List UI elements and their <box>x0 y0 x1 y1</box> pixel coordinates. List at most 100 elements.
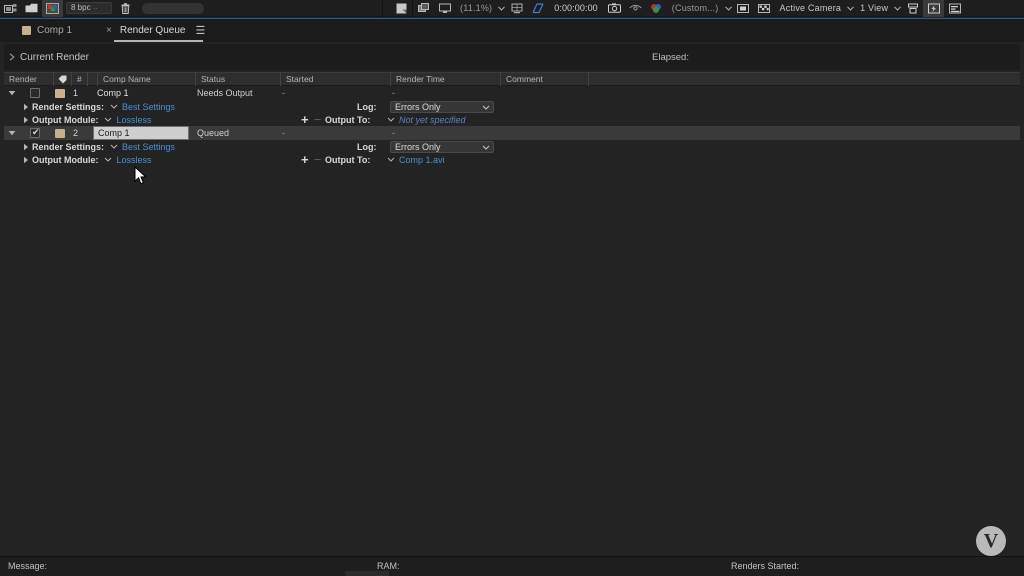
row-index: 2 <box>73 128 79 138</box>
search-input[interactable] <box>142 2 204 14</box>
after-effects-window: 8 bpc .. (11.1%) 0:00:00:00 (Custom...) … <box>0 0 1024 576</box>
render-settings-label: Render Settings: <box>32 101 105 112</box>
region-of-interest-icon[interactable] <box>527 0 548 17</box>
output-to-label: Output To: <box>325 114 371 125</box>
output-to-value[interactable]: Comp 1.avi <box>399 155 445 165</box>
watermark-letter: V <box>983 529 999 552</box>
twirl-closed-icon[interactable] <box>19 156 32 164</box>
transparency-grid-icon[interactable] <box>754 0 775 17</box>
bit-depth-value: 8 bpc <box>71 3 91 12</box>
render-checkbox[interactable] <box>30 127 40 138</box>
current-render-section[interactable]: Current Render Elapsed: <box>4 44 1020 70</box>
zoom-level[interactable]: (11.1%) <box>455 3 497 13</box>
row-render-time: - <box>392 88 395 98</box>
pixel-aspect-correction-icon[interactable] <box>902 0 923 17</box>
twirl-open-icon[interactable] <box>4 90 19 96</box>
folder-icon[interactable] <box>21 0 42 17</box>
close-icon[interactable]: × <box>106 25 112 36</box>
chevron-down-icon[interactable] <box>110 104 118 109</box>
render-checkbox[interactable] <box>30 88 40 98</box>
fast-previews-icon[interactable] <box>923 0 945 17</box>
log-dropdown[interactable]: Errors Only <box>390 100 494 113</box>
camera-icon[interactable] <box>604 0 625 17</box>
camera-view-value[interactable]: Active Camera <box>775 3 847 13</box>
column-header-render[interactable]: Render <box>4 72 54 86</box>
plus-icon[interactable]: + <box>301 153 309 166</box>
trash-icon[interactable] <box>115 0 136 17</box>
minus-icon[interactable]: − <box>314 153 322 166</box>
column-header-status[interactable]: Status <box>196 72 281 86</box>
grid-and-guides-icon[interactable] <box>506 0 527 17</box>
minus-icon[interactable]: − <box>314 113 322 126</box>
status-bar: Message: RAM: Renders Started: <box>0 556 1024 576</box>
chevron-down-icon[interactable] <box>110 144 118 149</box>
chevron-down-icon[interactable] <box>724 0 733 17</box>
chevron-down-icon[interactable] <box>104 117 112 122</box>
chevron-down-icon[interactable] <box>893 0 902 17</box>
chevron-down-icon <box>482 142 490 152</box>
log-dropdown[interactable]: Errors Only <box>390 140 494 153</box>
chevron-down-icon[interactable] <box>846 0 855 17</box>
row-render-time: - <box>392 128 395 138</box>
table-row[interactable]: 2 Comp 1 Queued - - <box>4 126 1020 140</box>
output-module-row[interactable]: Output Module: Lossless + − Output To: C… <box>4 153 1020 166</box>
project-thumbnail-icon[interactable] <box>42 0 63 17</box>
tab-render-queue[interactable]: × Render Queue ☰ <box>96 19 215 43</box>
timeline-icon[interactable] <box>944 0 965 17</box>
column-header-started[interactable]: Started <box>281 72 391 86</box>
bit-depth-field[interactable]: 8 bpc .. <box>66 2 112 14</box>
resolution-value[interactable]: (Custom...) <box>667 3 724 13</box>
comp-name[interactable]: Comp 1 <box>97 88 129 98</box>
plus-icon[interactable]: + <box>301 113 309 126</box>
top-toolbar: 8 bpc .. (11.1%) 0:00:00:00 (Custom...) … <box>0 0 1024 17</box>
panel-menu-icon[interactable]: ☰ <box>195 24 205 37</box>
output-to-value[interactable]: Not yet specified <box>399 115 466 125</box>
current-timecode[interactable]: 0:00:00:00 <box>548 3 604 13</box>
output-module-row[interactable]: Output Module: Lossless + − Output To: N… <box>4 113 1020 126</box>
panel-tab-bar: Comp 1 × Render Queue ☰ <box>0 18 1024 42</box>
column-header-render-time[interactable]: Render Time <box>391 72 501 86</box>
column-header-comment[interactable]: Comment <box>501 72 589 86</box>
chevron-down-icon[interactable] <box>387 117 395 122</box>
render-settings-value[interactable]: Best Settings <box>122 102 175 112</box>
column-header-comp-name[interactable]: Comp Name <box>98 72 196 86</box>
twirl-closed-icon[interactable] <box>19 116 32 124</box>
channels-icon[interactable] <box>646 0 667 17</box>
bit-depth-dots: .. <box>93 4 98 11</box>
row-status: Needs Output <box>197 88 253 98</box>
row-status: Queued <box>197 128 230 138</box>
project-panel-spacer <box>204 0 382 17</box>
current-render-label: Current Render <box>20 51 89 63</box>
render-settings-value[interactable]: Best Settings <box>122 142 175 152</box>
tab-comp-1[interactable]: Comp 1 <box>12 19 82 43</box>
twirl-open-icon[interactable] <box>4 130 19 136</box>
tab-label: Render Queue <box>119 25 186 36</box>
chevron-down-icon[interactable] <box>497 0 506 17</box>
view-layout-value[interactable]: 1 View <box>855 3 893 13</box>
render-multiple-frames-icon[interactable] <box>413 0 434 17</box>
render-settings-row[interactable]: Render Settings: Best Settings Log: Erro… <box>4 140 1020 153</box>
comp-name-input[interactable]: Comp 1 <box>93 126 189 140</box>
label-color-swatch[interactable] <box>55 128 65 138</box>
twirl-closed-icon[interactable] <box>4 53 20 61</box>
column-header-spacer <box>88 72 98 86</box>
twirl-closed-icon[interactable] <box>19 143 32 151</box>
column-headers: Render # Comp Name Status Started Render… <box>4 72 1020 86</box>
chevron-down-icon[interactable] <box>387 157 395 162</box>
project-tools-group <box>0 0 63 17</box>
label-color-swatch[interactable] <box>55 88 65 98</box>
twirl-closed-icon[interactable] <box>19 103 32 111</box>
column-header-index[interactable]: # <box>72 72 88 86</box>
eye-icon[interactable] <box>625 0 646 17</box>
chevron-down-icon[interactable] <box>104 157 112 162</box>
label-tag-icon[interactable] <box>54 72 72 86</box>
monitor-icon[interactable] <box>434 0 455 17</box>
table-row[interactable]: 1 Comp 1 Needs Output - - <box>4 86 1020 100</box>
render-settings-row[interactable]: Render Settings: Best Settings Log: Erro… <box>4 100 1020 113</box>
project-switch-icon[interactable] <box>0 0 21 17</box>
output-module-add-remove: + − <box>301 153 322 166</box>
toggle-mask-icon[interactable] <box>733 0 754 17</box>
output-module-value[interactable]: Lossless <box>116 115 151 125</box>
output-module-value[interactable]: Lossless <box>116 155 151 165</box>
new-comp-icon[interactable] <box>391 0 412 17</box>
